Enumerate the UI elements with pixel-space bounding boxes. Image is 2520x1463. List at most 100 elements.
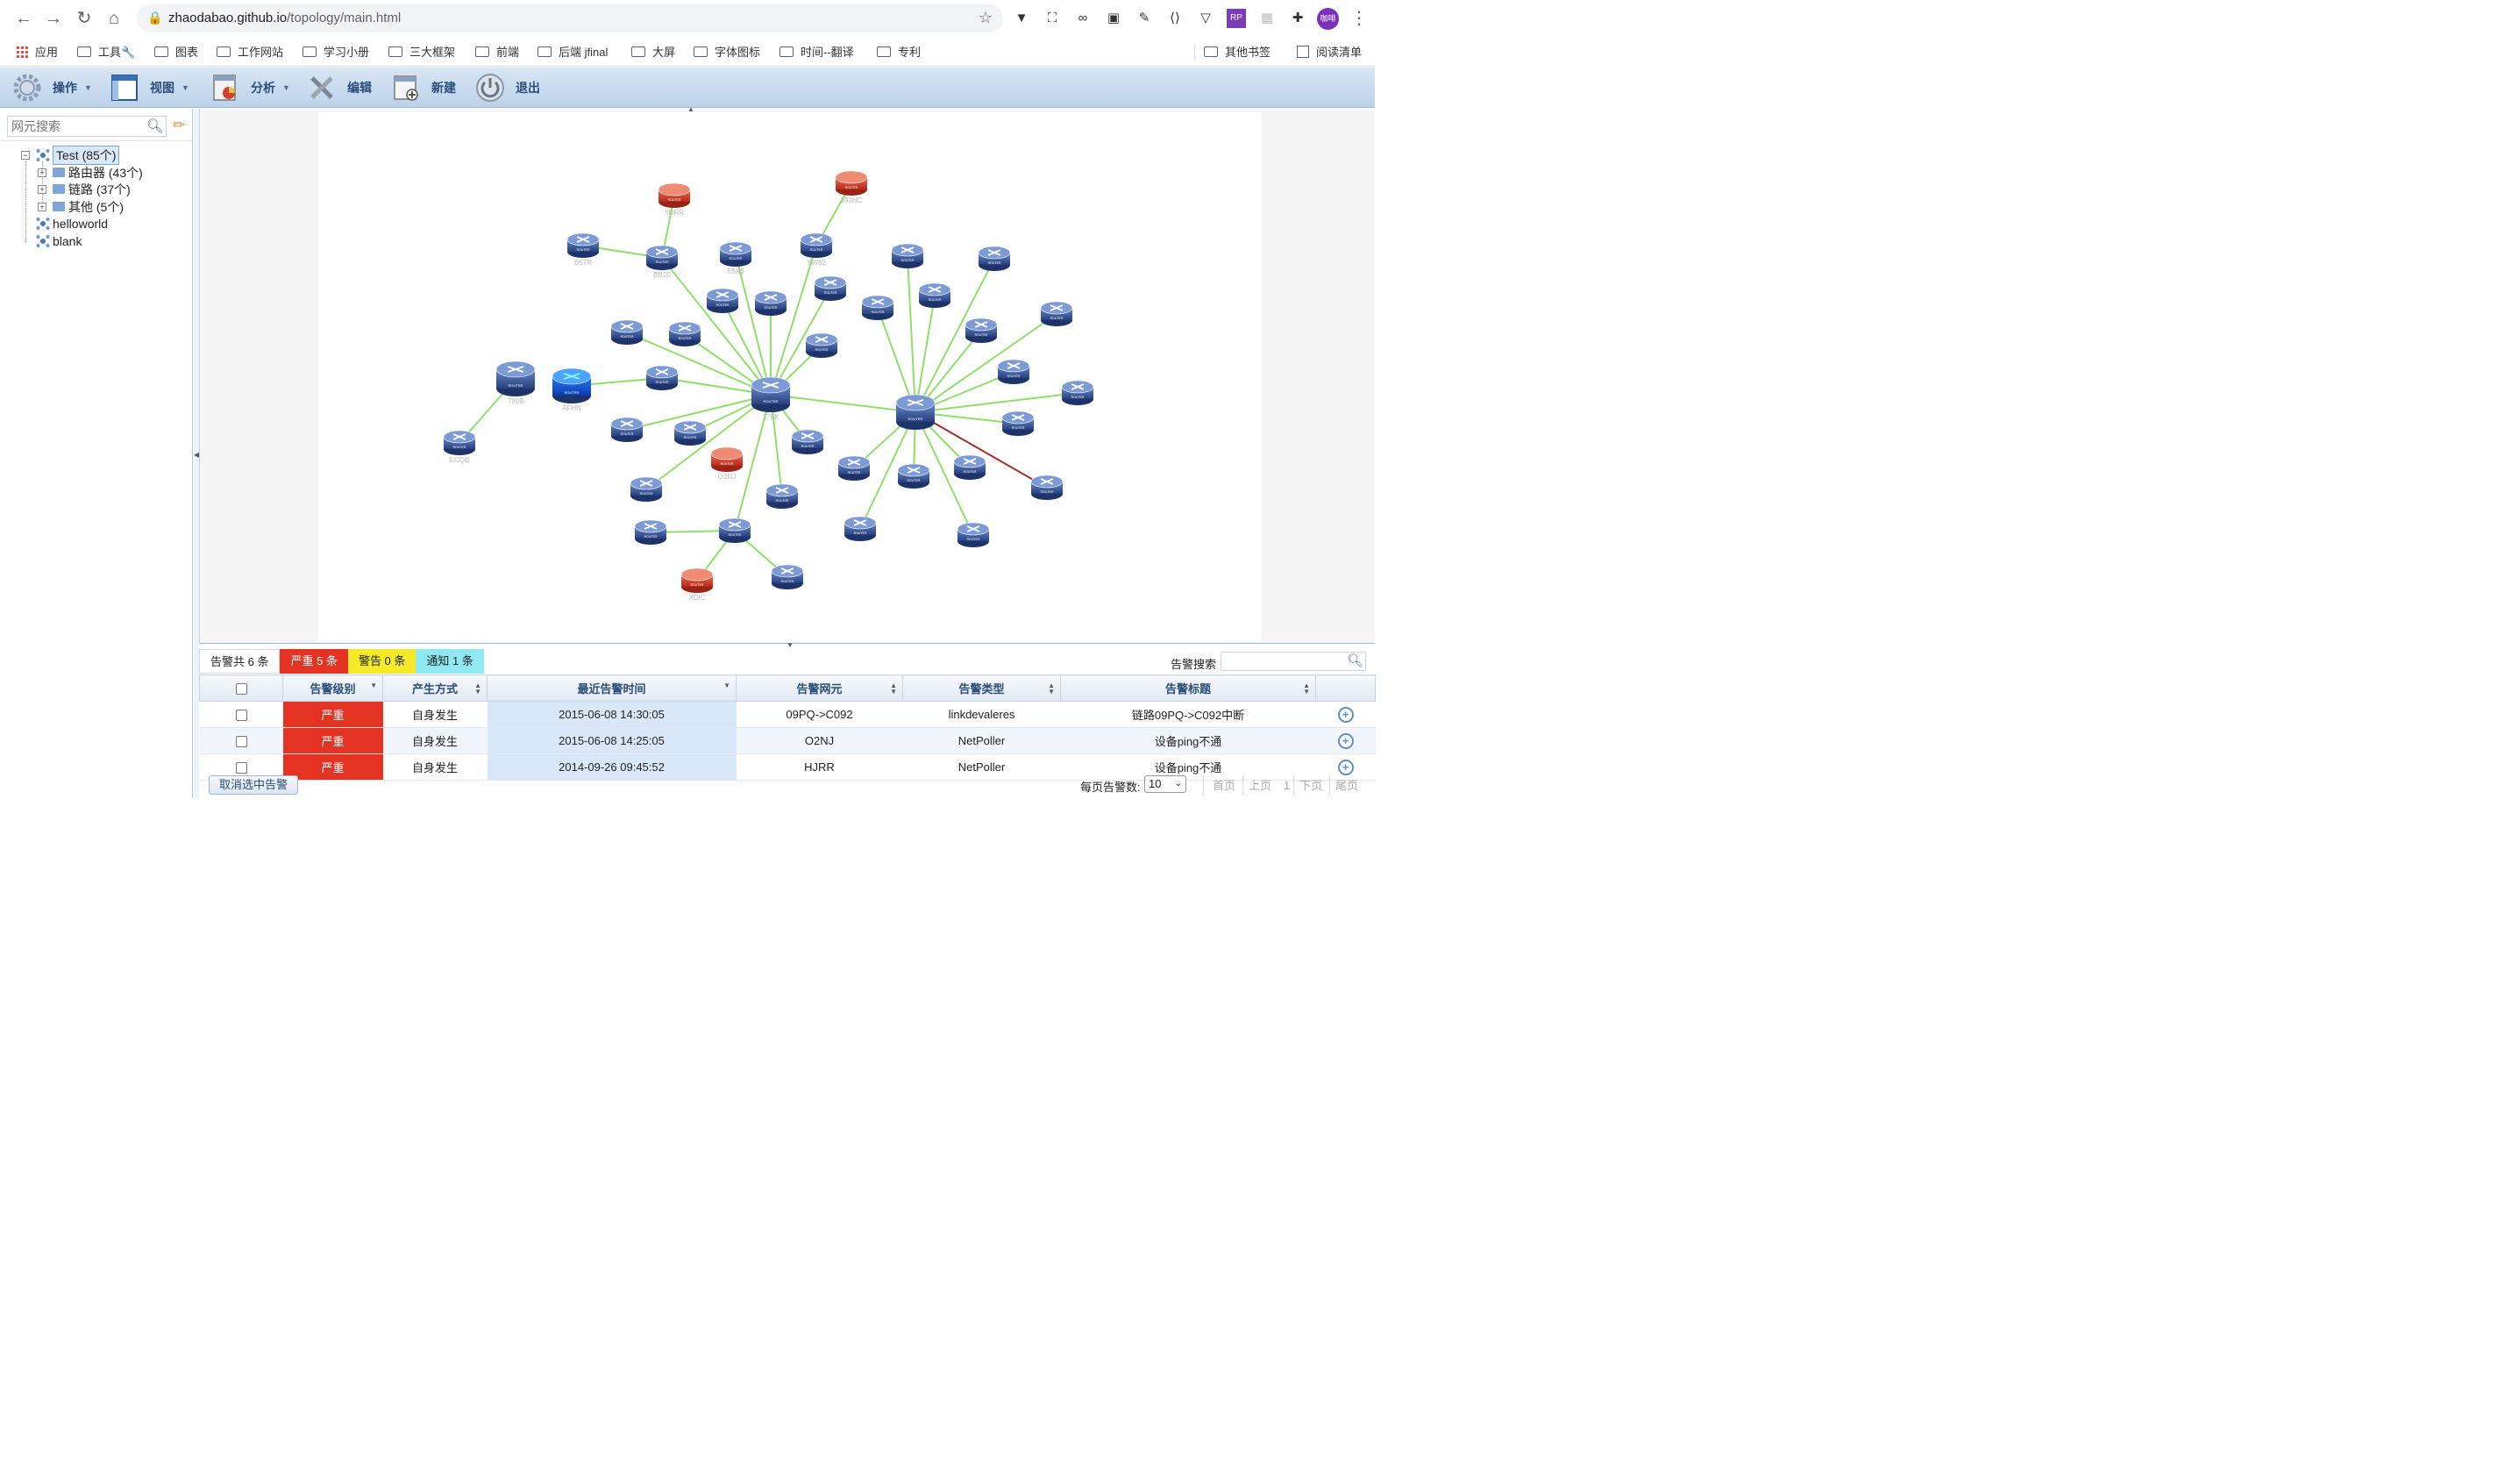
expand-plus-icon[interactable]: + bbox=[1337, 706, 1354, 723]
router-node[interactable]: ROUTER bbox=[673, 420, 707, 446]
vue-extension-icon[interactable]: ▽ bbox=[1196, 9, 1215, 28]
sort-icon[interactable]: ▲ ▼ bbox=[1048, 682, 1055, 696]
router-node[interactable]: ROUTER bbox=[957, 522, 990, 547]
row-checkbox[interactable] bbox=[235, 710, 247, 722]
tree-node-links[interactable]: + 链路 (37个) bbox=[38, 181, 131, 197]
alarm-router-node[interactable]: ROUTER XDIC bbox=[680, 567, 714, 602]
bookmark-other[interactable]: 其他书签 bbox=[1204, 43, 1271, 61]
bookmark-item[interactable]: 三大框架 bbox=[388, 43, 455, 61]
grid-extension-icon[interactable]: ▦ bbox=[1257, 9, 1277, 28]
menu-more-icon[interactable]: ⋮ bbox=[1350, 7, 1368, 29]
pencil-icon[interactable]: ✏ bbox=[173, 117, 185, 134]
search-icon[interactable]: 🔍︎ bbox=[146, 118, 164, 135]
translate-extension-icon[interactable]: ✎ bbox=[1135, 9, 1154, 28]
pager-first[interactable]: 首页 bbox=[1213, 777, 1235, 795]
col-title[interactable]: 告警标题 ▲ ▼ bbox=[1060, 674, 1316, 702]
tree-node-helloworld[interactable]: helloworld bbox=[36, 215, 108, 232]
table-row[interactable]: 严重 自身发生 2015-06-08 14:25:05 O2NJ NetPoll… bbox=[199, 727, 1376, 754]
router-node[interactable]: ROUTER bbox=[754, 290, 787, 316]
tree-label-test[interactable]: Test (85个) bbox=[53, 145, 120, 165]
col-element[interactable]: 告警网元 ▲ ▼ bbox=[736, 674, 903, 702]
bookmark-item[interactable]: 后端 jfinal bbox=[537, 43, 608, 61]
router-node[interactable]: ROUTER B57R bbox=[566, 232, 600, 267]
expand-icon[interactable]: + bbox=[38, 202, 46, 211]
router-node[interactable]: ROUTER bbox=[891, 243, 924, 268]
bookmark-star-icon[interactable]: ☆ bbox=[979, 9, 993, 27]
tree-node-routers[interactable]: + 路由器 (43个) bbox=[38, 164, 143, 181]
sort-desc-icon[interactable]: ▼ bbox=[370, 682, 377, 689]
alarm-total[interactable]: 告警共 6 条 bbox=[199, 649, 281, 674]
bookmark-item[interactable]: 工作网站 bbox=[217, 43, 283, 61]
bookmark-item[interactable]: 专利 bbox=[877, 43, 921, 61]
router-node[interactable]: ROUTER AFHN bbox=[552, 368, 592, 412]
bookmark-reading-list[interactable]: 阅读清单 bbox=[1297, 43, 1362, 61]
alarm-search-input[interactable]: 🔍︎ bbox=[1221, 652, 1366, 671]
router-node[interactable]: ROUTER BB20 bbox=[645, 245, 679, 279]
router-node[interactable]: ROUTER bbox=[1030, 475, 1064, 500]
router-node[interactable]: ROUTER 5SK5 bbox=[719, 241, 752, 275]
router-node[interactable]: ROUTER bbox=[1061, 380, 1094, 405]
url-text[interactable]: zhaodabao.github.io/topology/main.html bbox=[168, 11, 401, 25]
bookmark-item[interactable]: 工具🔧 bbox=[77, 43, 135, 61]
router-node[interactable]: ROUTER bbox=[861, 295, 894, 320]
screenshot-icon[interactable]: ⛶ bbox=[1043, 9, 1062, 28]
topology-graph[interactable]: ROUTER37FK ROUTERROUTER7809ROUTERAFHNROUT… bbox=[318, 112, 1261, 642]
bookmark-item[interactable]: 时间--翻译 bbox=[779, 43, 854, 61]
router-node[interactable]: ROUTER bbox=[634, 519, 667, 545]
expand-icon[interactable]: + bbox=[38, 168, 46, 177]
row-action[interactable]: + bbox=[1315, 701, 1376, 728]
select-all-checkbox[interactable] bbox=[235, 683, 247, 696]
router-node[interactable]: ROUTER bbox=[844, 516, 877, 541]
router-node[interactable]: ROUTER bbox=[805, 332, 838, 358]
collapse-icon[interactable]: − bbox=[21, 150, 30, 160]
alarm-router-node[interactable]: ROUTER O2NJ bbox=[710, 446, 744, 481]
router-node[interactable]: ROUTER 7809 bbox=[495, 360, 536, 405]
router-node[interactable]: ROUTER 37FK bbox=[751, 376, 791, 421]
topology-canvas[interactable]: ROUTER 37FK ROUTER ROUTER 7809 ROUTER AFHN ROUT… bbox=[318, 112, 1261, 642]
router-node[interactable]: ROUTER bbox=[610, 319, 644, 345]
router-node[interactable]: ROUTER bbox=[965, 318, 998, 343]
table-row[interactable]: 严重 自身发生 2015-06-08 14:30:05 09PQ->C092 l… bbox=[199, 701, 1376, 728]
bookmark-item[interactable]: 前端 bbox=[475, 43, 519, 61]
profile-avatar[interactable]: 咖啡 bbox=[1317, 8, 1339, 30]
pager-prev[interactable]: 上页 bbox=[1249, 777, 1271, 795]
element-search-input[interactable] bbox=[8, 117, 139, 136]
sort-icon[interactable]: ▲ ▼ bbox=[1303, 682, 1310, 696]
router-node[interactable]: ROUTER ECQB bbox=[443, 430, 476, 464]
alarm-router-node[interactable]: ROUTER 5DRR bbox=[658, 182, 691, 217]
menu-operate[interactable]: 操作 ▼ bbox=[12, 72, 92, 103]
menu-view[interactable]: 视图 ▼ bbox=[110, 72, 189, 103]
col-time[interactable]: 最近告警时间 ▼ bbox=[487, 674, 737, 702]
row-action[interactable]: + bbox=[1315, 727, 1376, 754]
forward-icon[interactable]: → bbox=[42, 7, 65, 30]
router-node[interactable]: ROUTER bbox=[1040, 301, 1073, 326]
bookmark-item[interactable]: 图表 bbox=[154, 43, 198, 61]
row-select[interactable] bbox=[199, 701, 283, 728]
tree-node-test[interactable]: − Test (85个) bbox=[21, 145, 120, 165]
router-node[interactable]: ROUTER bbox=[791, 429, 824, 454]
bookmark-item[interactable]: 应用 bbox=[16, 43, 58, 61]
alarm-router-node[interactable]: ROUTER 392HC bbox=[835, 170, 868, 204]
pager-last[interactable]: 尾页 bbox=[1335, 777, 1358, 795]
router-node[interactable]: ROUTER bbox=[978, 246, 1011, 271]
expand-plus-icon[interactable]: + bbox=[1337, 732, 1354, 749]
col-source[interactable]: 产生方式 ▲ ▼ bbox=[382, 674, 488, 702]
router-node[interactable]: ROUTER bbox=[918, 282, 951, 308]
router-node[interactable]: ROUTER bbox=[610, 417, 644, 442]
router-node[interactable]: ROUTER bbox=[837, 455, 871, 481]
bookmark-item[interactable]: 字体图标 bbox=[694, 43, 760, 61]
router-node[interactable]: ROUTER bbox=[771, 564, 804, 589]
clear-selected-alarms-button[interactable]: 取消选中告警 bbox=[209, 775, 299, 795]
menu-edit[interactable]: 编辑 bbox=[307, 72, 372, 103]
reload-icon[interactable]: ↻ bbox=[73, 7, 96, 30]
home-icon[interactable]: ⌂ bbox=[103, 7, 125, 30]
url-omnibox[interactable]: 🔒 zhaodabao.github.io/topology/main.html… bbox=[137, 4, 1003, 32]
router-node[interactable]: ROUTER bbox=[997, 359, 1030, 384]
row-checkbox[interactable] bbox=[235, 736, 247, 748]
per-page-select[interactable]: 10 ⌄ bbox=[1144, 775, 1186, 793]
sort-icon[interactable]: ▲ ▼ bbox=[890, 682, 897, 696]
vue-devtools-icon[interactable]: ▼ bbox=[1012, 9, 1031, 28]
infinity-icon[interactable]: ∞ bbox=[1073, 9, 1093, 28]
alarm-critical-count[interactable]: 严重 5 条 bbox=[280, 649, 348, 674]
router-node[interactable]: ROUTER bbox=[1001, 410, 1035, 436]
